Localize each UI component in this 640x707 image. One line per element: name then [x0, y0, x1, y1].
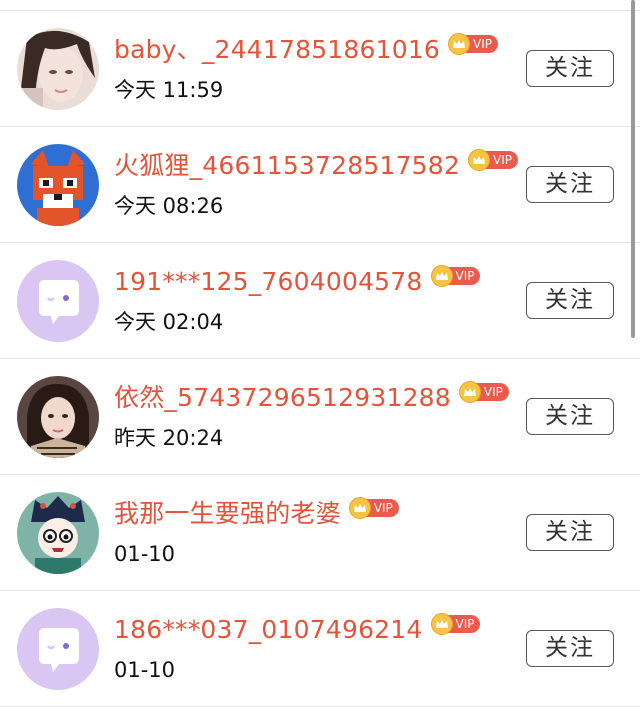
- avatar[interactable]: [17, 608, 99, 690]
- crown-icon: [430, 613, 453, 635]
- list-item[interactable]: 我那一生要强的老婆 VIP 01-10 关注: [0, 475, 640, 591]
- visit-time: 昨天 20:24: [114, 426, 224, 450]
- vip-badge: VIP: [430, 265, 481, 287]
- follow-button[interactable]: 关注: [526, 282, 614, 319]
- follow-button[interactable]: 关注: [526, 514, 614, 551]
- visit-time: 01-10: [114, 658, 176, 682]
- visit-time: 今天 11:59: [114, 78, 224, 102]
- crown-icon: [348, 497, 371, 519]
- vip-badge: VIP: [348, 497, 399, 519]
- username[interactable]: 186***037_0107496214: [114, 614, 423, 646]
- visit-time: 今天 02:04: [114, 310, 224, 334]
- follow-button[interactable]: 关注: [526, 50, 614, 87]
- vip-badge: VIP: [468, 149, 518, 171]
- follower-list: baby、_24417851861016 VIP 今天 11:59 关注 火狐狸…: [0, 11, 640, 707]
- scrollbar[interactable]: [631, 0, 635, 338]
- username[interactable]: 191***125_7604004578: [114, 266, 423, 298]
- avatar[interactable]: [17, 144, 99, 226]
- username[interactable]: 依然_5743729651293128​8: [114, 382, 451, 414]
- visit-time: 01-10: [114, 542, 176, 566]
- avatar[interactable]: [17, 492, 99, 574]
- crown-icon: [468, 149, 490, 171]
- avatar[interactable]: [17, 28, 99, 110]
- follow-button[interactable]: 关注: [526, 166, 614, 203]
- list-item[interactable]: 火狐狸_4661153728517582 VIP 今天 08:26 关注: [0, 127, 640, 243]
- crown-icon: [448, 33, 471, 55]
- follow-button[interactable]: 关注: [526, 398, 614, 435]
- vip-badge: VIP: [458, 381, 509, 403]
- avatar[interactable]: [17, 260, 99, 342]
- vip-badge: VIP: [430, 613, 481, 635]
- crown-icon: [458, 381, 481, 403]
- username[interactable]: baby、_24417851861016: [114, 34, 440, 66]
- visit-time: 今天 08:26: [114, 194, 224, 218]
- follow-button[interactable]: 关注: [526, 630, 614, 667]
- list-item[interactable]: baby、_24417851861016 VIP 今天 11:59 关注: [0, 11, 640, 127]
- list-item[interactable]: 依然_5743729651293128​8 VIP 昨天 20:24 关注: [0, 359, 640, 475]
- crown-icon: [430, 265, 453, 287]
- username[interactable]: 我那一生要强的老婆: [114, 498, 341, 530]
- list-item[interactable]: 191***125_7604004578 VIP 今天 02:04 关注: [0, 243, 640, 359]
- list-item[interactable]: 186***037_0107496214 VIP 01-10 关注: [0, 591, 640, 707]
- username[interactable]: 火狐狸_4661153728517582: [114, 150, 460, 182]
- vip-badge: VIP: [448, 33, 499, 55]
- avatar[interactable]: [17, 376, 99, 458]
